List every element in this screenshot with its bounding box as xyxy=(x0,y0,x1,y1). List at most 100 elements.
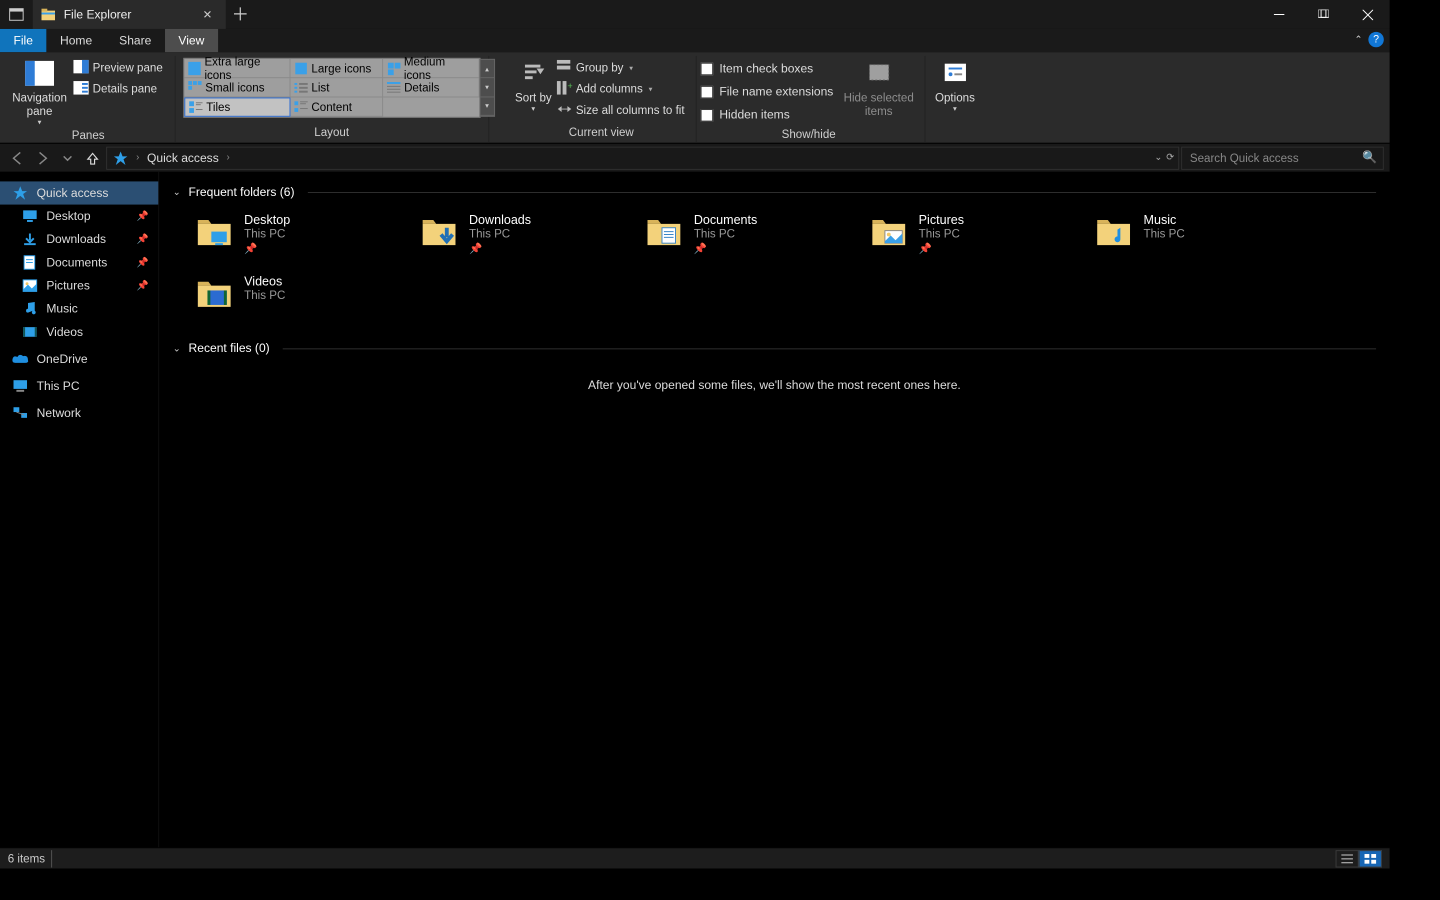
nav-music[interactable]: Music xyxy=(0,297,158,320)
tab-share[interactable]: Share xyxy=(106,29,165,52)
documents-icon xyxy=(21,254,38,271)
nav-downloads[interactable]: Downloads📌 xyxy=(0,228,158,251)
ribbon-view: Navigation pane ▾ Preview pane Details p… xyxy=(0,52,1390,143)
recent-locations-button[interactable] xyxy=(56,146,79,169)
layout-small-icons[interactable]: Small icons xyxy=(184,78,290,97)
help-button[interactable]: ? xyxy=(1368,32,1383,47)
chevron-down-icon: ⌄ xyxy=(173,187,181,198)
pin-icon: 📌 xyxy=(137,280,149,291)
maximize-button[interactable] xyxy=(1301,0,1345,29)
window-tab[interactable]: File Explorer ✕ xyxy=(33,0,226,29)
sort-by-button[interactable]: Sort by ▾ xyxy=(514,56,553,113)
music-icon xyxy=(21,300,38,317)
videos-icon xyxy=(21,323,38,340)
up-button[interactable] xyxy=(81,146,104,169)
address-field[interactable]: › Quick access › ⌄ ⟳ xyxy=(106,146,1179,169)
recent-files-empty-message: After you've opened some files, we'll sh… xyxy=(173,378,1376,392)
layout-medium-icons[interactable]: Medium icons xyxy=(383,59,480,78)
ribbon-group-current-view: Sort by ▾ Group by▾ + Add columns▾ Size … xyxy=(489,56,697,143)
nav-onedrive[interactable]: OneDrive xyxy=(0,347,158,370)
nav-videos[interactable]: Videos xyxy=(0,320,158,343)
pin-icon: 📌 xyxy=(694,242,757,255)
close-button[interactable] xyxy=(1345,0,1389,29)
ribbon-group-show-hide: Item check boxes File name extensions Hi… xyxy=(697,56,925,143)
nav-this-pc[interactable]: This PC xyxy=(0,374,158,397)
tile-pictures[interactable]: PicturesThis PC📌 xyxy=(867,208,1084,266)
details-pane-button[interactable]: Details pane xyxy=(69,79,166,98)
new-tab-button[interactable]: ＋ xyxy=(226,0,255,29)
layout-list[interactable]: List xyxy=(290,78,383,97)
tab-close-button[interactable]: ✕ xyxy=(195,8,220,22)
nav-pictures[interactable]: Pictures📌 xyxy=(0,274,158,297)
folder-icon xyxy=(644,212,685,253)
search-input[interactable] xyxy=(1188,150,1362,165)
layout-gallery-scroll[interactable]: ▴▾▾ xyxy=(479,59,494,117)
tile-downloads[interactable]: DownloadsThis PC📌 xyxy=(417,208,634,266)
file-name-extensions-checkbox[interactable]: File name extensions xyxy=(701,81,833,102)
pin-icon: 📌 xyxy=(137,234,149,245)
forward-button[interactable] xyxy=(31,146,54,169)
refresh-icon[interactable]: ⟳ xyxy=(1166,152,1174,163)
collapse-ribbon-icon[interactable]: ⌃ xyxy=(1354,34,1362,45)
tab-view[interactable]: View xyxy=(165,29,218,52)
pin-icon: 📌 xyxy=(919,242,964,255)
content-area[interactable]: ⌄ Frequent folders (6) DesktopThis PC📌 D… xyxy=(159,172,1389,848)
minimize-button[interactable] xyxy=(1256,0,1300,29)
layout-content[interactable]: Content xyxy=(290,97,383,116)
nav-desktop[interactable]: Desktop📌 xyxy=(0,205,158,228)
options-button[interactable]: Options ▾ xyxy=(929,56,981,113)
ribbon-group-options: Options ▾ xyxy=(925,56,989,143)
chevron-right-icon[interactable]: › xyxy=(132,152,143,163)
main-area: Quick access Desktop📌 Downloads📌 Documen… xyxy=(0,172,1390,848)
folder-icon xyxy=(869,212,910,253)
tabs-overview-icon[interactable] xyxy=(0,0,33,29)
network-icon xyxy=(12,404,29,421)
layout-large-icons[interactable]: Large icons xyxy=(290,59,383,78)
layout-extra-large-icons[interactable]: Extra large icons xyxy=(184,59,290,78)
tile-videos[interactable]: VideosThis PC xyxy=(192,270,409,328)
tab-file[interactable]: File xyxy=(0,29,46,52)
address-dropdown-icon[interactable]: ⌄ xyxy=(1154,152,1162,163)
group-recent-files[interactable]: ⌄ Recent files (0) xyxy=(173,342,1376,356)
nav-network[interactable]: Network xyxy=(0,401,158,424)
tab-home[interactable]: Home xyxy=(46,29,105,52)
tile-documents[interactable]: DocumentsThis PC📌 xyxy=(642,208,859,266)
layout-tiles[interactable]: Tiles xyxy=(184,97,290,116)
file-explorer-icon xyxy=(41,7,56,22)
ribbon-tabs: File Home Share View ⌃ ? xyxy=(0,29,1390,52)
folder-icon xyxy=(194,274,235,315)
group-frequent-folders[interactable]: ⌄ Frequent folders (6) xyxy=(173,185,1376,199)
navigation-pane-button[interactable]: Navigation pane ▾ xyxy=(10,56,70,126)
back-button[interactable] xyxy=(6,146,29,169)
breadcrumb[interactable]: Quick access xyxy=(145,151,221,165)
this-pc-icon xyxy=(12,377,29,394)
group-by-button[interactable]: Group by▾ xyxy=(553,58,689,77)
quick-access-icon xyxy=(111,150,130,165)
preview-pane-button[interactable]: Preview pane xyxy=(69,58,166,77)
search-box[interactable]: 🔍 xyxy=(1181,146,1384,169)
layout-details[interactable]: Details xyxy=(383,78,480,97)
star-icon xyxy=(12,184,29,201)
address-bar: › Quick access › ⌄ ⟳ 🔍 xyxy=(0,143,1390,172)
nav-documents[interactable]: Documents📌 xyxy=(0,251,158,274)
status-item-count: 6 items xyxy=(8,852,45,866)
nav-quick-access[interactable]: Quick access xyxy=(0,181,158,204)
chevron-right-icon[interactable]: › xyxy=(223,152,234,163)
svg-text:+: + xyxy=(567,81,572,92)
status-thumbnails-view-button[interactable] xyxy=(1359,850,1382,867)
tile-desktop[interactable]: DesktopThis PC📌 xyxy=(192,208,409,266)
status-details-view-button[interactable] xyxy=(1336,850,1359,867)
desktop-icon xyxy=(21,207,38,224)
size-all-columns-button[interactable]: Size all columns to fit xyxy=(553,100,689,119)
hidden-items-checkbox[interactable]: Hidden items xyxy=(701,104,833,125)
search-icon: 🔍 xyxy=(1362,151,1377,165)
window-title: File Explorer xyxy=(64,8,195,22)
pin-icon: 📌 xyxy=(469,242,531,255)
add-columns-button[interactable]: + Add columns▾ xyxy=(553,79,689,98)
ribbon-group-layout: Extra large icons Large icons Medium ico… xyxy=(175,56,489,143)
status-bar: 6 items xyxy=(0,847,1390,868)
item-check-boxes-checkbox[interactable]: Item check boxes xyxy=(701,58,833,79)
pin-icon: 📌 xyxy=(244,242,290,255)
tile-music[interactable]: MusicThis PC xyxy=(1091,208,1308,266)
layout-gallery[interactable]: Extra large icons Large icons Medium ico… xyxy=(183,58,480,118)
